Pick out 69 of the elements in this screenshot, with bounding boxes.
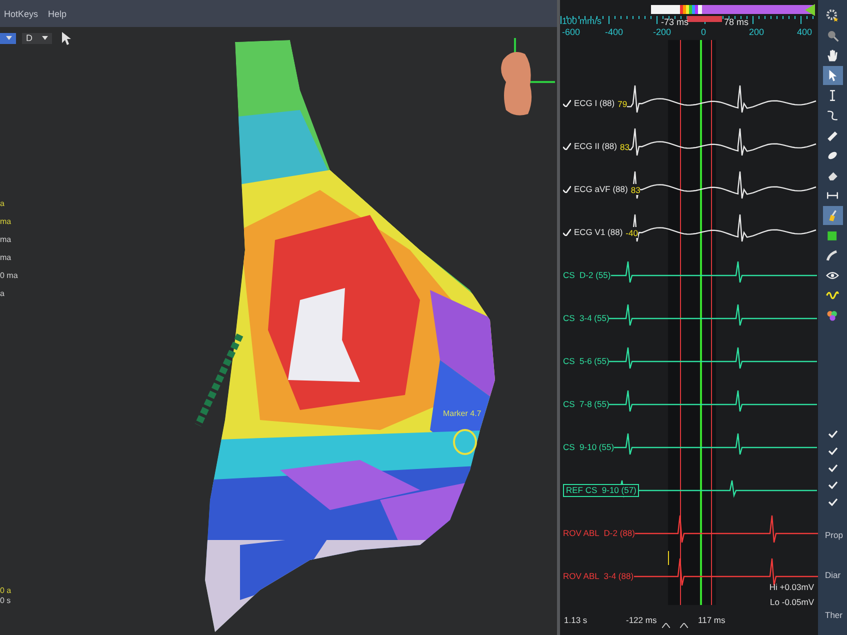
channel-label[interactable]: REF CS 9-10 (57) (563, 484, 640, 497)
readout-text: a (0, 199, 4, 208)
readout-text: ma (0, 253, 12, 262)
readout-text: a (0, 289, 4, 298)
cursor-time-label: -73 ms (661, 17, 689, 27)
caret-icon (42, 36, 48, 40)
duration-readout: 1.13 s (564, 615, 588, 625)
caret-icon[interactable] (662, 622, 670, 628)
cursor-window-bar (687, 16, 722, 22)
menu-item[interactable]: HotKeys (4, 8, 38, 18)
search-icon (826, 29, 839, 42)
check-icon[interactable] (828, 430, 838, 438)
arrow-icon[interactable] (805, 4, 815, 16)
readout-text: 0 a (0, 586, 12, 595)
check-icon[interactable] (828, 498, 838, 506)
speed-label: 100 mm/s (562, 16, 602, 26)
check-icon[interactable] (828, 481, 838, 489)
gear-icon (826, 9, 839, 22)
ruler-icon (826, 129, 839, 142)
check-icon[interactable] (563, 100, 571, 107)
brush-tool[interactable] (822, 206, 842, 225)
readout-text: 0 ma (0, 271, 18, 280)
eye-icon (826, 269, 839, 282)
waveform-icon (826, 289, 839, 302)
caret-icon (6, 36, 12, 40)
channel-label[interactable]: ECG aVF (88) (574, 184, 628, 195)
readout-text: 0 s (0, 596, 11, 605)
dropdown[interactable] (0, 32, 16, 44)
channel-value: 83 (620, 142, 630, 152)
tick-label: -400 (605, 27, 624, 37)
tick-label: 0 (701, 27, 706, 37)
dropdown[interactable]: D (22, 32, 52, 44)
tick-label: 200 (749, 27, 764, 37)
time-readout: -122 ms (626, 615, 658, 625)
gain-readout: Lo -0.05mV (770, 597, 814, 607)
marker-label: Marker 4.7 (443, 409, 482, 418)
readout-text: ma (0, 235, 12, 244)
section-label: Diar (825, 570, 842, 580)
tick-label: -200 (653, 27, 672, 37)
pen-icon (826, 249, 839, 262)
curve-icon (826, 109, 839, 122)
section-label: Prop (825, 530, 844, 540)
readout-text: ma (0, 217, 12, 226)
check-icon[interactable] (828, 447, 838, 455)
square-icon (826, 229, 839, 242)
palette-icon (826, 309, 839, 322)
check-icon[interactable] (563, 229, 571, 236)
pointer-icon (62, 32, 71, 44)
tick-label: 400 (797, 27, 812, 37)
time-readout: 117 ms (698, 615, 726, 625)
caret-icon[interactable] (680, 622, 688, 628)
check-icon[interactable] (828, 464, 838, 472)
channel-value: -40 (626, 228, 638, 238)
check-icon[interactable] (563, 143, 571, 150)
channel-value: 79 (618, 98, 628, 108)
section-label: Ther (825, 610, 844, 620)
menu-item[interactable]: Help (48, 8, 67, 18)
cursor-time-label: 78 ms (724, 17, 749, 27)
gain-readout: Hi +0.03mV (769, 582, 814, 592)
channel-value: 83 (630, 184, 640, 194)
check-icon[interactable] (563, 186, 571, 193)
ellipse-icon (826, 149, 839, 162)
channel-label[interactable]: ECG V1 (88) (574, 227, 623, 238)
channel-label[interactable]: ECG I (88) (574, 98, 615, 109)
marker-ring-icon (453, 429, 477, 455)
channel-label[interactable]: ECG II (88) (574, 141, 617, 152)
pointer-tool[interactable] (822, 66, 842, 85)
hand-icon (826, 49, 839, 62)
tick-label: -600 (562, 27, 580, 37)
